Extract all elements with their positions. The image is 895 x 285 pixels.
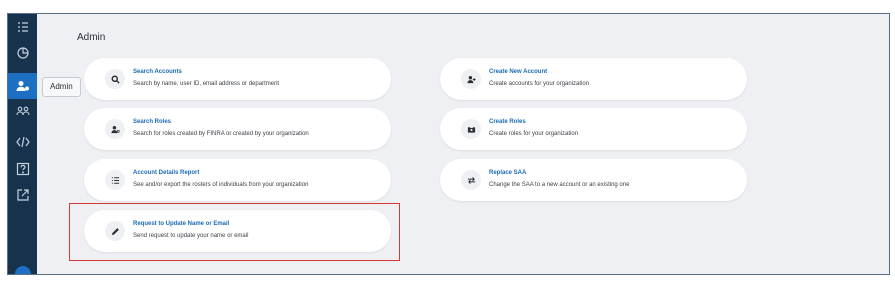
search-roles-card[interactable]: Search Roles Search for roles created by… [84,108,391,150]
swap-icon [461,170,481,190]
card-description: Create roles for your organization [489,131,579,137]
checklist-icon [17,22,28,32]
account-details-report-card[interactable]: Account Details Report See and/or export… [84,159,391,201]
card-description: Search by name, user ID, email address o… [133,81,280,87]
card-description: Change the SAA to a new account or an ex… [489,182,630,188]
user-plus-icon [461,69,481,89]
list-icon [105,170,125,190]
search-icon [105,69,125,89]
card-title: Create Roles [489,119,526,125]
create-roles-card[interactable]: Create Roles Create roles for your organ… [440,108,747,150]
page-title: Admin [77,32,106,43]
sidebar-item-checklist[interactable] [8,14,37,40]
card-description: See and/or export the rosters of individ… [133,182,309,188]
card-title: Account Details Report [133,170,200,176]
sidebar [8,14,37,274]
card-description: Create accounts for your organization [489,81,590,87]
code-icon [15,136,30,148]
avatar[interactable] [15,266,31,274]
sidebar-item-external[interactable] [8,182,37,208]
sidebar-item-help[interactable] [8,156,37,182]
card-title: Create New Account [489,69,548,75]
sidebar-item-users[interactable] [8,99,37,125]
card-description: Search for roles created by FINRA or cre… [133,131,309,137]
user-search-icon [105,119,125,139]
external-link-icon [16,189,29,201]
user-gear-icon [16,81,29,91]
users-icon [15,106,30,116]
card-title: Replace SAA [489,170,527,176]
chart-pie-icon [16,47,29,59]
card-title: Search Accounts [133,69,182,75]
sidebar-tooltip: Admin [42,77,81,97]
id-card-icon [461,119,481,139]
admin-window: Admin Admin Search Accounts Search by na… [7,13,890,275]
create-new-account-card[interactable]: Create New Account Create accounts for y… [440,58,747,100]
search-accounts-card[interactable]: Search Accounts Search by name, user ID,… [84,58,391,100]
card-title: Search Roles [133,119,172,125]
help-box-icon [16,162,29,176]
sidebar-item-reports[interactable] [8,40,37,66]
sidebar-item-code[interactable] [8,129,37,155]
highlight-box [69,203,400,261]
replace-saa-card[interactable]: Replace SAA Change the SAA to a new acco… [440,159,747,201]
sidebar-item-admin[interactable] [8,73,37,99]
